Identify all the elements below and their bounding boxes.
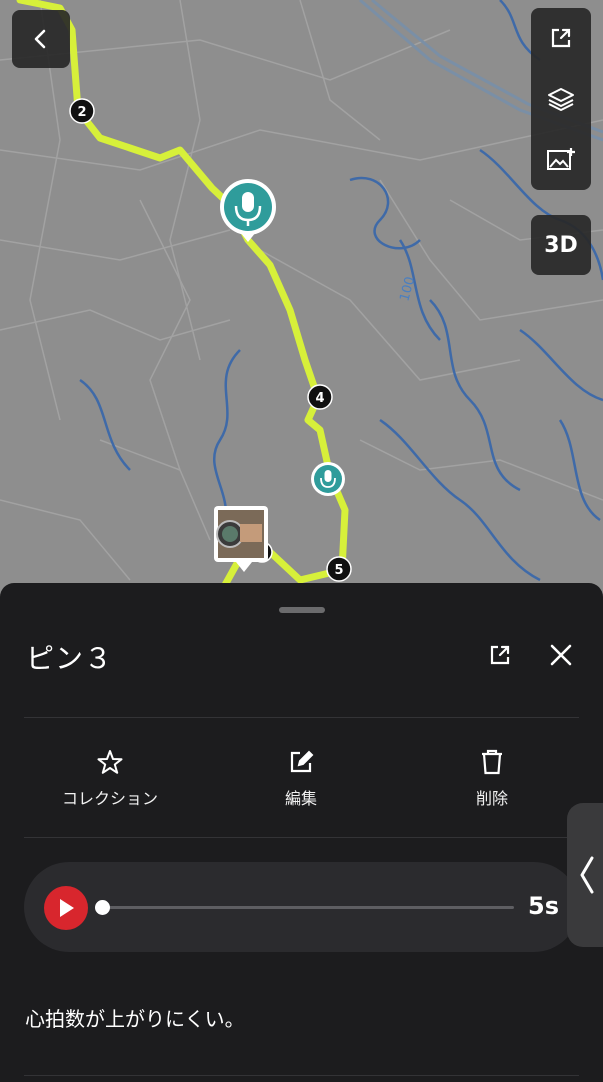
pin-title: ピン３ bbox=[26, 642, 114, 675]
trash-icon bbox=[482, 749, 502, 775]
edit-icon bbox=[290, 750, 314, 773]
play-icon bbox=[60, 899, 74, 917]
play-button[interactable] bbox=[44, 886, 88, 930]
route-marker-5[interactable]: 5 bbox=[326, 556, 352, 582]
audio-scrub-handle[interactable] bbox=[95, 900, 110, 915]
audio-duration: 5s bbox=[528, 892, 559, 920]
add-image-icon bbox=[547, 147, 575, 170]
map-layers-button[interactable] bbox=[546, 74, 576, 124]
svg-text:2: 2 bbox=[77, 105, 86, 120]
back-button[interactable] bbox=[12, 10, 70, 68]
side-panel-tab[interactable] bbox=[567, 803, 603, 947]
divider bbox=[24, 717, 579, 718]
sheet-grabber[interactable] bbox=[279, 607, 325, 613]
pin-share-button[interactable] bbox=[480, 635, 520, 675]
pin-detail-sheet: ピン３ コレクション 編集 削除 5s 心拍数が上がりにくい。 bbox=[0, 583, 603, 1082]
view-3d-button[interactable]: 3D bbox=[531, 215, 591, 275]
star-icon bbox=[97, 750, 123, 774]
map-tool-group bbox=[531, 8, 591, 190]
divider bbox=[24, 1075, 579, 1076]
share-icon bbox=[490, 645, 510, 665]
collection-button[interactable]: コレクション bbox=[35, 745, 185, 809]
microphone-pin-icon[interactable] bbox=[311, 462, 345, 496]
close-icon bbox=[550, 644, 572, 666]
map-view[interactable]: 100 2 4 5 bbox=[0, 0, 603, 620]
route-marker-2[interactable]: 2 bbox=[69, 98, 95, 124]
edit-label: 編集 bbox=[284, 789, 317, 808]
chevron-left-icon bbox=[580, 856, 594, 894]
audio-player: 5s bbox=[24, 862, 579, 952]
map-share-button[interactable] bbox=[547, 13, 575, 63]
divider bbox=[24, 837, 579, 838]
audio-progress-track[interactable] bbox=[102, 906, 514, 909]
pin-memo-text: 心拍数が上がりにくい。 bbox=[25, 1007, 245, 1031]
chevron-left-icon bbox=[34, 29, 46, 49]
edit-button[interactable]: 編集 bbox=[226, 745, 376, 809]
share-icon bbox=[551, 29, 571, 48]
close-button[interactable] bbox=[541, 635, 581, 675]
svg-text:4: 4 bbox=[315, 391, 324, 406]
map-canvas: 100 2 4 5 bbox=[0, 0, 603, 620]
layers-icon bbox=[548, 87, 574, 111]
collection-label: コレクション bbox=[61, 789, 158, 808]
route-marker-4[interactable]: 4 bbox=[307, 384, 333, 410]
delete-label: 削除 bbox=[475, 789, 508, 808]
add-photo-button[interactable] bbox=[545, 135, 577, 185]
svg-text:5: 5 bbox=[334, 563, 343, 578]
delete-button[interactable]: 削除 bbox=[417, 745, 567, 809]
